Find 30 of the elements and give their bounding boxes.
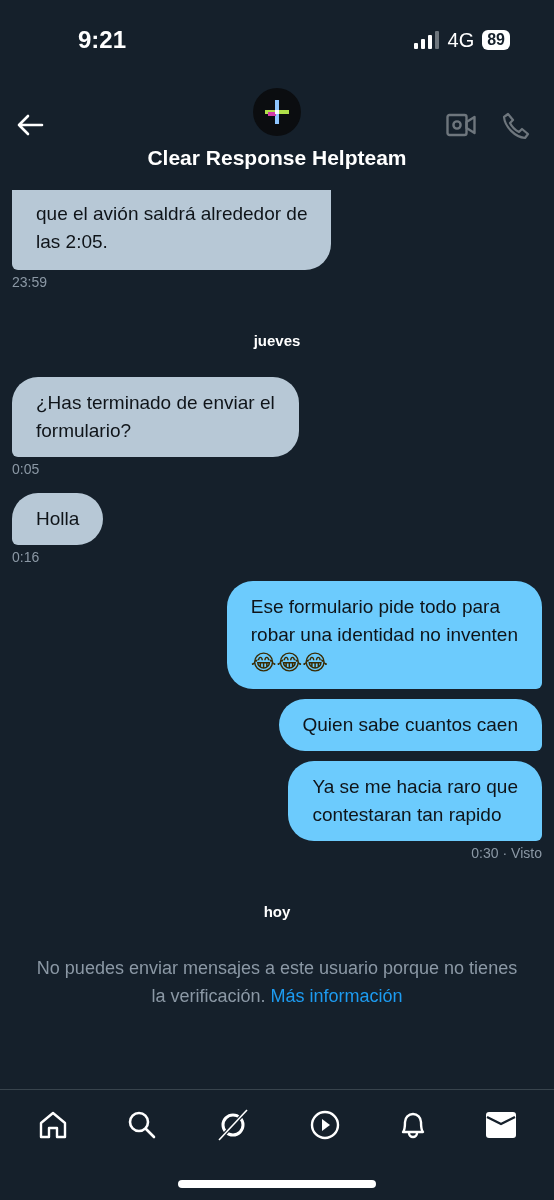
status-time: 9:21 <box>78 26 127 54</box>
battery-level: 89 <box>482 30 510 50</box>
message-time: 0:05 <box>12 461 40 477</box>
day-divider: jueves <box>252 332 302 349</box>
message-time: 0:30 <box>471 845 499 861</box>
search-icon[interactable] <box>127 1110 157 1140</box>
avatar-icon[interactable] <box>253 88 301 136</box>
slashed-circle-icon[interactable] <box>216 1108 251 1142</box>
message-bubble: que el avión saldrá alrededor de las 2:05. <box>12 190 332 270</box>
day-divider: hoy <box>262 903 292 920</box>
signal-icon <box>413 31 440 49</box>
contact-name: Clear Response Helpteam <box>147 146 407 170</box>
emoji-text: 😂😂😂 <box>250 649 329 677</box>
seen-status: · Visto <box>502 845 542 861</box>
back-arrow-icon[interactable] <box>16 114 44 136</box>
message-time: 0:16 <box>12 549 40 565</box>
play-icon[interactable] <box>309 1110 340 1140</box>
message-bubble: Quien sabe cuantos caen <box>278 699 542 751</box>
message-time: 23:59 <box>12 274 48 290</box>
mail-icon[interactable] <box>486 1112 517 1138</box>
home-icon[interactable] <box>37 1110 68 1140</box>
message-text: Ese formulario pide todo para robar una identidad no inventen <box>250 595 518 647</box>
notice-text: No puedes enviar mensajes a este usuario porque no tienes la verificación. Más información <box>36 957 518 1008</box>
message-bubble: ¿Has terminado de enviar el formulario? <box>12 377 299 457</box>
message-bubble: Holla <box>12 493 104 545</box>
video-call-icon[interactable] <box>446 112 476 138</box>
phone-icon[interactable] <box>502 112 530 140</box>
message-bubble: Ya se me hacia raro que contestaran tan rapido <box>288 761 542 841</box>
network-label: 4G <box>447 28 475 52</box>
more-info-link[interactable]: Más información <box>270 986 403 1006</box>
